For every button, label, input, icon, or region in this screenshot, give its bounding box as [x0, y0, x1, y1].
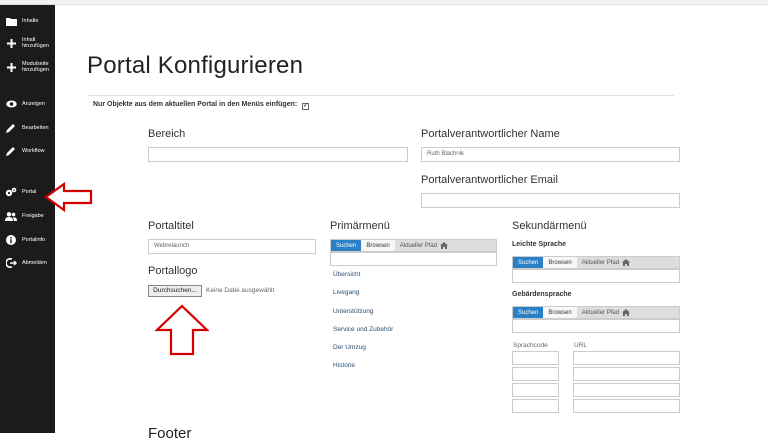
- sidebar-item-label: Anzeigen: [22, 101, 45, 107]
- sidebar-item-label: Portalinfo: [22, 237, 46, 243]
- sign-language-mode-toggle: Suchen Browsen Aktueller Pfad: [512, 306, 680, 319]
- list-item[interactable]: Livegang: [333, 289, 393, 307]
- plus-icon: [5, 37, 17, 49]
- sign-language-label: Gebärdensprache: [512, 291, 572, 298]
- sidebar-item-anzeigen[interactable]: Anzeigen: [0, 93, 55, 115]
- responsible-name-input[interactable]: Ruth Blachnik: [421, 147, 680, 162]
- list-item[interactable]: Unterstützung: [333, 308, 393, 326]
- sign-current-path-tab[interactable]: Aktueller Pfad: [577, 307, 635, 318]
- sidebar-item-bearbeiten[interactable]: Bearbeiten: [0, 117, 55, 139]
- sidebar-item-label: Inhalt hinzufügen: [22, 37, 49, 49]
- sign-browse-tab[interactable]: Browsen: [543, 307, 577, 318]
- easy-language-mode-toggle: Suchen Browsen Aktueller Pfad: [512, 256, 680, 269]
- sidebar-item-label: Bearbeiten: [22, 125, 49, 131]
- easy-language-search-input[interactable]: [512, 269, 680, 283]
- secondary-menu-label: Sekundärmenü: [512, 220, 587, 232]
- page-title: Portal Konfigurieren: [87, 52, 304, 79]
- sidebar-item-workflow[interactable]: Workflow: [0, 140, 55, 162]
- sign-language-search-input[interactable]: [512, 319, 680, 333]
- language-code-input[interactable]: [512, 351, 559, 365]
- footer-heading: Footer: [148, 425, 192, 442]
- sidebar-item-label: Freigabe: [22, 213, 44, 219]
- easy-current-path-tab[interactable]: Aktueller Pfad: [577, 257, 635, 268]
- language-code-input[interactable]: [512, 383, 559, 397]
- home-icon: [440, 242, 449, 249]
- current-portal-only-checkbox[interactable]: ✓: [302, 103, 310, 110]
- primary-menu-label: Primärmenü: [330, 220, 390, 232]
- list-item[interactable]: Der Umzug: [333, 344, 393, 362]
- portal-title-input[interactable]: Webrelaunch: [148, 239, 316, 254]
- users-icon: [5, 210, 17, 222]
- eye-icon: [5, 98, 17, 110]
- sidebar-item-label: Inhalte: [22, 18, 39, 24]
- url-input[interactable]: [573, 383, 680, 397]
- logout-icon: [5, 257, 17, 269]
- language-code-input[interactable]: [512, 367, 559, 381]
- sidebar-item-modulseite-hinzufuegen[interactable]: Modulseite hinzufügen: [0, 56, 55, 78]
- easy-search-tab[interactable]: Suchen: [513, 257, 544, 268]
- sidebar-item-label: Portal: [22, 189, 37, 195]
- easy-browse-tab[interactable]: Browsen: [543, 257, 577, 268]
- list-item[interactable]: Service und Zubehör: [333, 326, 393, 344]
- home-icon: [622, 259, 631, 266]
- primary-menu-mode-toggle: Suchen Browsen Aktueller Pfad: [330, 239, 497, 252]
- url-column-header: URL: [574, 342, 588, 349]
- primary-menu-list: Übersicht Livegang Unterstützung Service…: [333, 271, 393, 381]
- primary-browse-tab[interactable]: Browsen: [361, 240, 395, 251]
- url-input[interactable]: [573, 367, 680, 381]
- primary-menu-search-input[interactable]: [330, 252, 497, 266]
- info-icon: [5, 234, 17, 246]
- bereich-label: Bereich: [148, 128, 186, 140]
- sidebar-item-inhalte[interactable]: Inhalte: [0, 10, 55, 32]
- easy-language-label: Leichte Sprache: [512, 241, 567, 248]
- sign-search-tab[interactable]: Suchen: [513, 307, 544, 318]
- sidebar-item-label: Workflow: [22, 148, 45, 154]
- responsible-email-label: Portalverantwortlicher Email: [421, 174, 558, 186]
- language-code-input[interactable]: [512, 399, 559, 413]
- url-input[interactable]: [573, 399, 680, 413]
- bereich-input[interactable]: [148, 147, 408, 162]
- pencil-icon: [5, 145, 17, 157]
- sidebar-item-inhalt-hinzufuegen[interactable]: Inhalt hinzufügen: [0, 32, 55, 54]
- plus-icon: [5, 61, 17, 73]
- portal-title-label: Portaltitel: [148, 220, 194, 232]
- sidebar: Inhalte Inhalt hinzufügen Modulseite hin…: [0, 5, 55, 433]
- sidebar-item-abmelden[interactable]: Abmelden: [0, 252, 55, 274]
- sidebar-item-label: Abmelden: [22, 260, 47, 266]
- language-code-column-header: Sprachcode: [513, 342, 548, 349]
- list-item[interactable]: Übersicht: [333, 271, 393, 289]
- home-icon: [622, 309, 631, 316]
- divider: [87, 95, 674, 96]
- primary-current-path-label: Aktueller Pfad: [399, 242, 438, 249]
- folder-icon: [5, 15, 17, 27]
- responsible-email-input[interactable]: [421, 193, 680, 208]
- sign-current-path-label: Aktueller Pfad: [581, 309, 620, 316]
- gears-icon: [5, 186, 17, 198]
- list-item[interactable]: Historie: [333, 362, 393, 380]
- primary-current-path-tab[interactable]: Aktueller Pfad: [395, 240, 453, 251]
- sidebar-item-label: Modulseite hinzufügen: [22, 61, 49, 73]
- primary-search-tab[interactable]: Suchen: [331, 240, 362, 251]
- left-arrow-annotation-icon: [44, 182, 93, 212]
- up-arrow-annotation-icon: [155, 304, 209, 356]
- browse-file-button[interactable]: Durchsuchen...: [148, 285, 202, 297]
- responsible-name-label: Portalverantwortlicher Name: [421, 128, 560, 140]
- easy-current-path-label: Aktueller Pfad: [581, 259, 620, 266]
- portal-logo-label: Portallogo: [148, 265, 198, 277]
- file-status-text: Keine Datei ausgewählt: [206, 287, 275, 294]
- sidebar-item-portalinfo[interactable]: Portalinfo: [0, 229, 55, 251]
- pencil-icon: [5, 122, 17, 134]
- current-portal-only-label: Nur Objekte aus dem aktuellen Portal in …: [93, 101, 298, 108]
- url-input[interactable]: [573, 351, 680, 365]
- current-portal-only-option: Nur Objekte aus dem aktuellen Portal in …: [93, 101, 310, 110]
